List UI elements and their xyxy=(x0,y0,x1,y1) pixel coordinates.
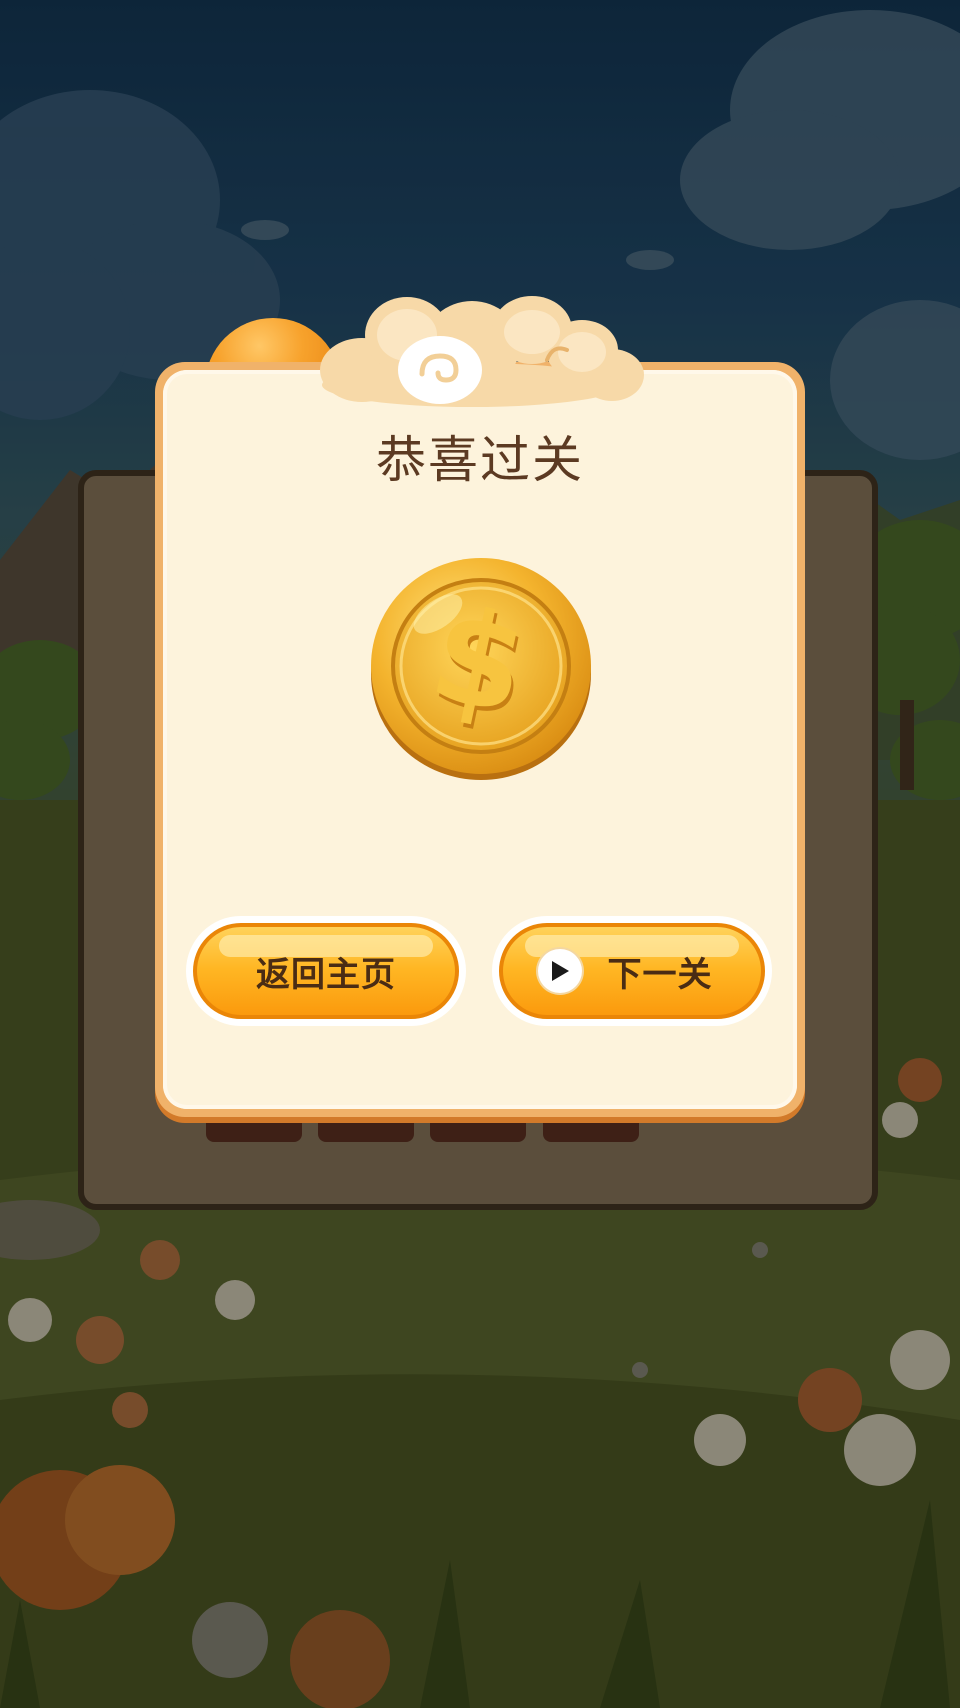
return-home-button[interactable]: 返回主页 xyxy=(193,923,459,1019)
next-button-frame: 下一关 xyxy=(492,916,772,1026)
dollar-coin-icon: $ $ xyxy=(371,558,591,780)
next-level-button[interactable]: 下一关 xyxy=(499,923,765,1019)
play-icon xyxy=(537,949,582,993)
next-level-label: 下一关 xyxy=(607,954,713,995)
game-scene: 恭喜过关 $ $ 返回主页 下一关 xyxy=(0,0,960,1708)
dialog-title: 恭喜过关 xyxy=(376,431,584,489)
home-button-frame: 返回主页 xyxy=(186,916,466,1026)
cloud-decoration-icon xyxy=(320,296,644,407)
return-home-label: 返回主页 xyxy=(256,954,396,995)
